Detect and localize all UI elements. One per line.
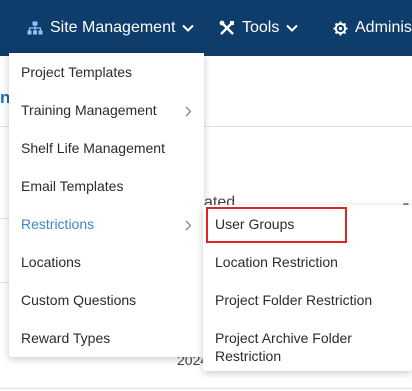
chevron-right-icon (185, 104, 192, 120)
menu-item-shelf-life-management[interactable]: Shelf Life Management (9, 130, 204, 166)
menu-item-email-templates[interactable]: Email Templates (9, 168, 204, 204)
gear-icon (333, 20, 348, 36)
divider (0, 388, 412, 389)
sitemap-icon (27, 21, 43, 35)
submenu-item-project-folder-restriction[interactable]: Project Folder Restriction (203, 291, 412, 309)
menu-item-label: Reward Types (21, 330, 111, 346)
top-navbar: Site Management Tools Administ (0, 0, 412, 56)
restrictions-submenu: User Groups Location Restriction Project… (203, 205, 412, 371)
chevron-down-icon (286, 24, 299, 32)
menu-item-label: Restrictions (21, 216, 95, 232)
menu-item-label: Custom Questions (21, 292, 137, 308)
menu-item-label: Shelf Life Management (21, 140, 165, 156)
tools-icon (219, 20, 235, 36)
nav-tools-label: Tools (242, 19, 280, 36)
menu-item-label: Project Templates (21, 64, 133, 80)
nav-site-management[interactable]: Site Management (27, 0, 195, 56)
submenu-item-location-restriction[interactable]: Location Restriction (203, 253, 412, 271)
menu-item-restrictions[interactable]: Restrictions (9, 206, 204, 242)
menu-item-reward-types[interactable]: Reward Types (9, 320, 204, 356)
nav-tools[interactable]: Tools (219, 0, 299, 56)
app-screen: Site Management Tools Administ n ated 20… (0, 0, 412, 391)
submenu-item-user-groups[interactable]: User Groups (203, 215, 412, 233)
nav-site-management-label: Site Management (50, 19, 176, 36)
menu-item-label: Locations (21, 254, 81, 270)
menu-item-label: Training Management (21, 102, 157, 118)
chevron-right-icon (185, 218, 192, 234)
menu-item-project-templates[interactable]: Project Templates (9, 54, 204, 90)
nav-administration[interactable]: Administ (333, 0, 412, 56)
submenu-item-project-archive-folder-restriction[interactable]: Project Archive Folder Restriction (203, 329, 412, 365)
menu-item-label: Email Templates (21, 178, 124, 194)
menu-item-custom-questions[interactable]: Custom Questions (9, 282, 204, 318)
menu-item-locations[interactable]: Locations (9, 244, 204, 280)
menu-item-training-management[interactable]: Training Management (9, 92, 204, 128)
site-management-dropdown: Project Templates Training Management Sh… (9, 53, 204, 357)
nav-administration-label: Administ (355, 19, 412, 36)
chevron-down-icon (182, 24, 195, 32)
